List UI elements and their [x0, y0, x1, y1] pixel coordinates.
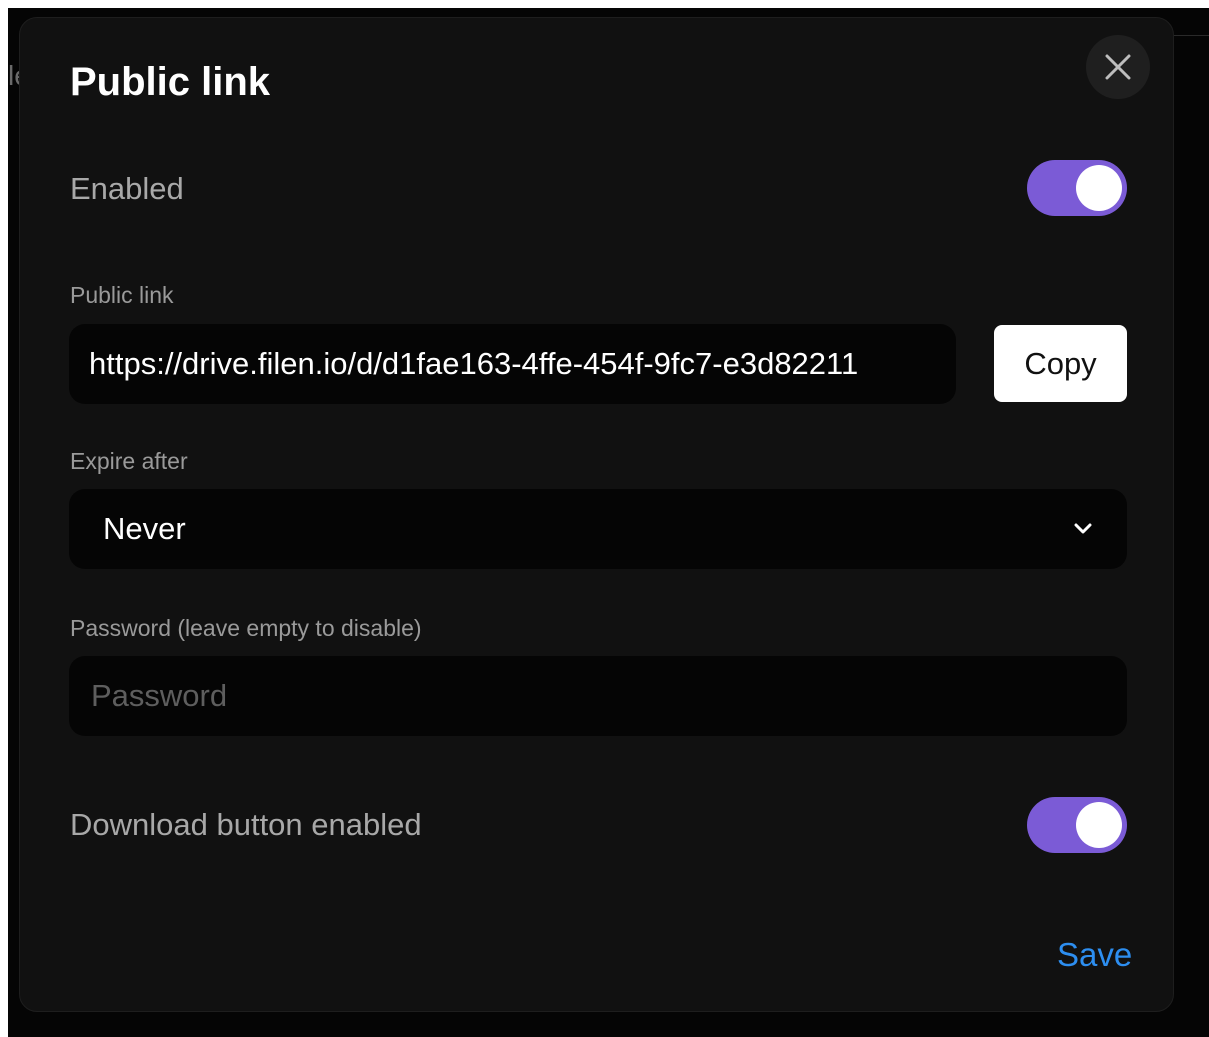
copy-button[interactable]: Copy [994, 325, 1127, 402]
expire-after-select[interactable]: Never [69, 489, 1127, 569]
close-icon [1105, 54, 1131, 80]
public-link-label: Public link [70, 282, 174, 308]
chevron-down-icon [1074, 523, 1092, 534]
toggle-knob [1076, 165, 1122, 211]
public-link-text: https://drive.filen.io/d/d1fae163-4ffe-4… [89, 346, 859, 381]
background-text: le [8, 60, 19, 91]
password-field[interactable] [69, 656, 1127, 736]
expire-after-value: Never [103, 511, 186, 546]
toggle-knob [1076, 802, 1122, 848]
download-button-toggle[interactable] [1027, 797, 1127, 853]
dialog-title: Public link [70, 60, 271, 104]
public-link-field[interactable]: https://drive.filen.io/d/d1fae163-4ffe-4… [69, 324, 956, 404]
enabled-label: Enabled [70, 171, 184, 206]
save-button[interactable]: Save [1057, 935, 1132, 975]
password-input[interactable] [89, 677, 1107, 715]
expire-after-label: Expire after [70, 448, 188, 474]
background-divider [1174, 35, 1209, 36]
public-link-dialog: Public link Enabled Public link https://… [19, 17, 1174, 1012]
download-button-label: Download button enabled [70, 807, 422, 842]
password-label: Password (leave empty to disable) [70, 615, 422, 641]
close-button[interactable] [1086, 35, 1150, 99]
enabled-toggle[interactable] [1027, 160, 1127, 216]
